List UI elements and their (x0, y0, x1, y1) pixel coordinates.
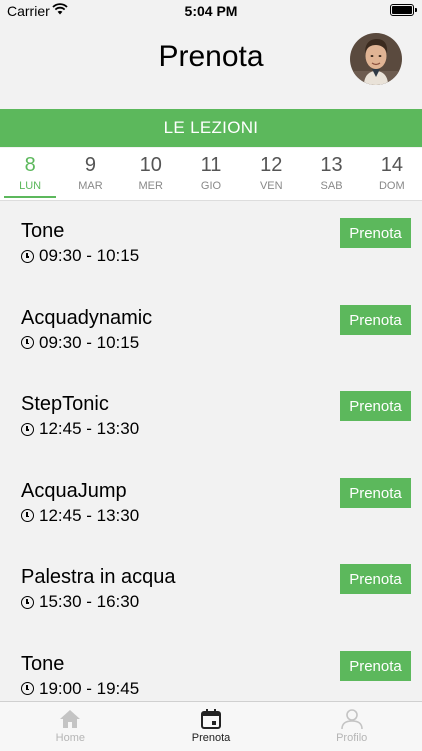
day-number: 8 (24, 154, 36, 176)
status-bar: Carrier 5:04 PM (0, 0, 422, 22)
day-label: VEN (259, 180, 283, 192)
day-tab-ven[interactable]: 12 VEN (241, 148, 301, 200)
lesson-time: 09:30 - 10:15 (21, 246, 139, 266)
day-label: GIO (200, 180, 222, 192)
day-tab-dom[interactable]: 14 DOM (362, 148, 422, 200)
book-button[interactable]: Prenota (340, 477, 411, 508)
day-number: 11 (200, 154, 222, 176)
list-item: Tone 09:30 - 10:15 Prenota (0, 200, 422, 287)
lesson-name: AcquaJump (21, 479, 127, 502)
list-item: Acquadynamic 09:30 - 10:15 Prenota (0, 287, 422, 374)
list-item: AcquaJump 12:45 - 13:30 Prenota (0, 460, 422, 547)
day-tab-mer[interactable]: 10 MER (121, 148, 181, 200)
book-button[interactable]: Prenota (340, 218, 411, 248)
day-tab-gio[interactable]: 11 GIO (181, 148, 241, 200)
day-number: 12 (260, 154, 283, 176)
lesson-time: 09:30 - 10:15 (21, 333, 139, 353)
day-number: 14 (380, 154, 403, 176)
clock-icon (21, 249, 34, 263)
avatar[interactable] (350, 33, 402, 85)
person-icon (340, 709, 363, 730)
list-item: Palestra in acqua 15:30 - 16:30 Prenota (0, 546, 422, 633)
lesson-name: Palestra in acqua (21, 566, 176, 588)
clock-icon (21, 509, 34, 522)
calendar-icon (201, 709, 221, 729)
clock-icon (21, 682, 34, 695)
book-button[interactable]: Prenota (340, 650, 411, 681)
lesson-time-text: 09:30 - 10:15 (39, 246, 140, 265)
clock-icon (21, 595, 34, 609)
clock-icon (21, 422, 34, 436)
lesson-time-text: 19:00 - 19:45 (39, 678, 140, 698)
lesson-time: 12:45 - 13:30 (21, 506, 139, 526)
lesson-time-text: 12:45 - 13:30 (39, 505, 140, 525)
day-tab-lun[interactable]: 8 LUN (0, 148, 60, 200)
tab-bar: Home Prenota Profilo (0, 701, 422, 751)
day-label: MAR (78, 180, 103, 192)
home-icon (60, 710, 81, 728)
lesson-time: 15:30 - 16:30 (21, 592, 139, 612)
day-selector: 8 LUN 9 MAR 10 MER 11 GIO 12 VEN 13 SAB … (0, 148, 422, 201)
day-label: DOM (378, 180, 405, 192)
lesson-time-text: 09:30 - 10:15 (39, 332, 140, 352)
status-time: 5:04 PM (184, 3, 238, 19)
day-label: SAB (320, 180, 343, 192)
tab-label: Prenota (191, 732, 231, 744)
day-label: LUN (19, 180, 42, 192)
lesson-name: Tone (21, 652, 65, 675)
book-button[interactable]: Prenota (340, 391, 411, 421)
tab-profilo[interactable]: Profilo (281, 702, 422, 751)
day-tab-mar[interactable]: 9 MAR (60, 148, 120, 200)
day-number: 13 (320, 154, 343, 176)
book-button[interactable]: Prenota (340, 304, 411, 335)
day-number: 9 (84, 154, 96, 176)
lesson-list: Tone 09:30 - 10:15 Prenota Acquadynamic … (0, 200, 422, 719)
lesson-name: StepTonic (21, 393, 109, 415)
clock-icon (21, 336, 34, 349)
lesson-time-text: 15:30 - 16:30 (39, 592, 140, 611)
day-label: MER (138, 180, 163, 192)
day-tab-sab[interactable]: 13 SAB (301, 148, 361, 200)
list-item: StepTonic 12:45 - 13:30 Prenota (0, 373, 422, 460)
tab-home[interactable]: Home (0, 702, 141, 751)
tab-label: Home (55, 732, 85, 744)
lesson-time: 12:45 - 13:30 (21, 419, 139, 439)
lessons-section-header: LE LEZIONI (0, 109, 422, 147)
tab-label: Profilo (336, 732, 368, 744)
lesson-time: 19:00 - 19:45 (21, 679, 139, 699)
book-button[interactable]: Prenota (340, 564, 411, 594)
battery-icon (390, 4, 417, 16)
tab-prenota[interactable]: Prenota (141, 702, 282, 751)
lesson-time-text: 12:45 - 13:30 (39, 419, 140, 438)
lesson-name: Acquadynamic (21, 306, 153, 329)
lesson-name: Tone (21, 220, 65, 242)
day-number: 10 (139, 154, 162, 176)
profile-photo (350, 33, 402, 85)
